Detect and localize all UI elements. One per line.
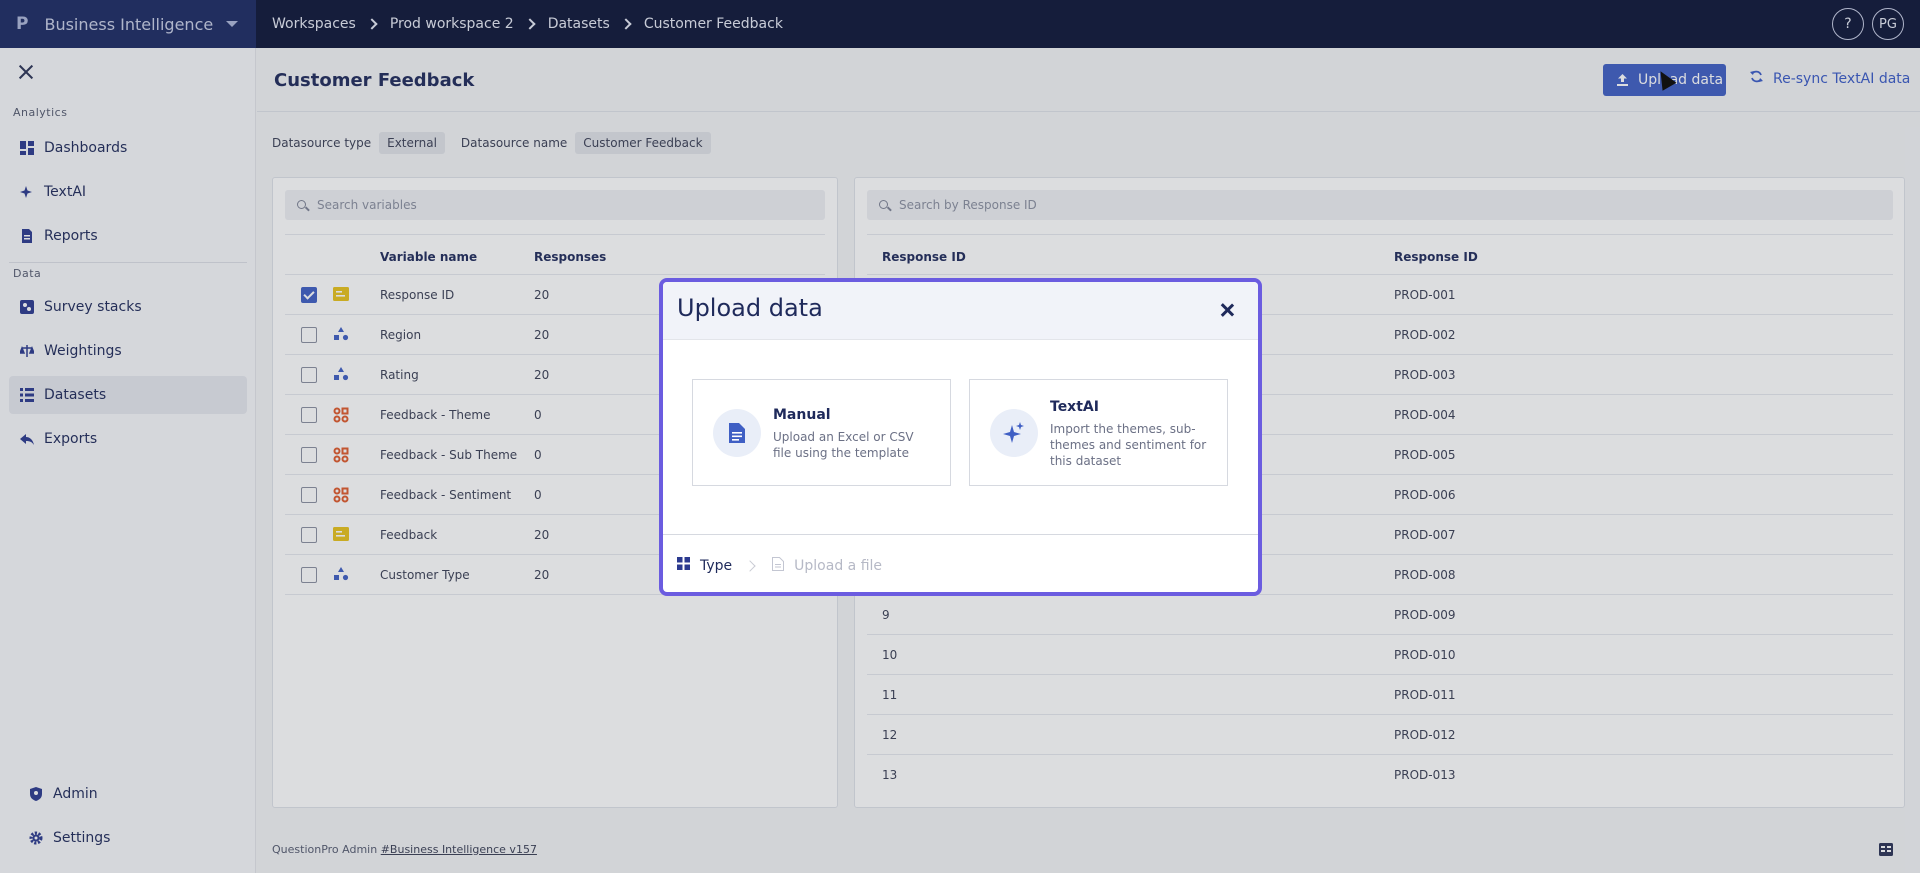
file-icon: [772, 556, 785, 575]
close-icon[interactable]: [1220, 303, 1234, 317]
textai-description: Import the themes, sub-themes and sentim…: [1050, 422, 1207, 468]
textai-title: TextAI: [1050, 399, 1099, 415]
sparkle-icon: [990, 409, 1038, 457]
step-type[interactable]: Type: [677, 557, 732, 574]
step-type-label: Type: [700, 557, 733, 574]
manual-title: Manual: [773, 407, 831, 423]
grid-icon: [677, 557, 690, 574]
dialog-title: Upload data: [677, 294, 823, 322]
manual-description: Upload an Excel or CSV file using the te…: [773, 430, 914, 460]
chevron-right-icon: [744, 559, 756, 572]
upload-data-dialog: Upload data Manual Upload an Excel or CS…: [659, 278, 1262, 596]
textai-option-card[interactable]: TextAI Import the themes, sub-themes and…: [969, 379, 1228, 486]
manual-option-card[interactable]: Manual Upload an Excel or CSV file using…: [692, 379, 951, 486]
step-upload-label: Upload a file: [794, 557, 883, 574]
stepper: Type Upload a file: [663, 534, 1258, 592]
file-icon: [713, 409, 761, 457]
dialog-header: Upload data: [663, 282, 1258, 340]
step-upload-file: Upload a file: [772, 556, 883, 575]
